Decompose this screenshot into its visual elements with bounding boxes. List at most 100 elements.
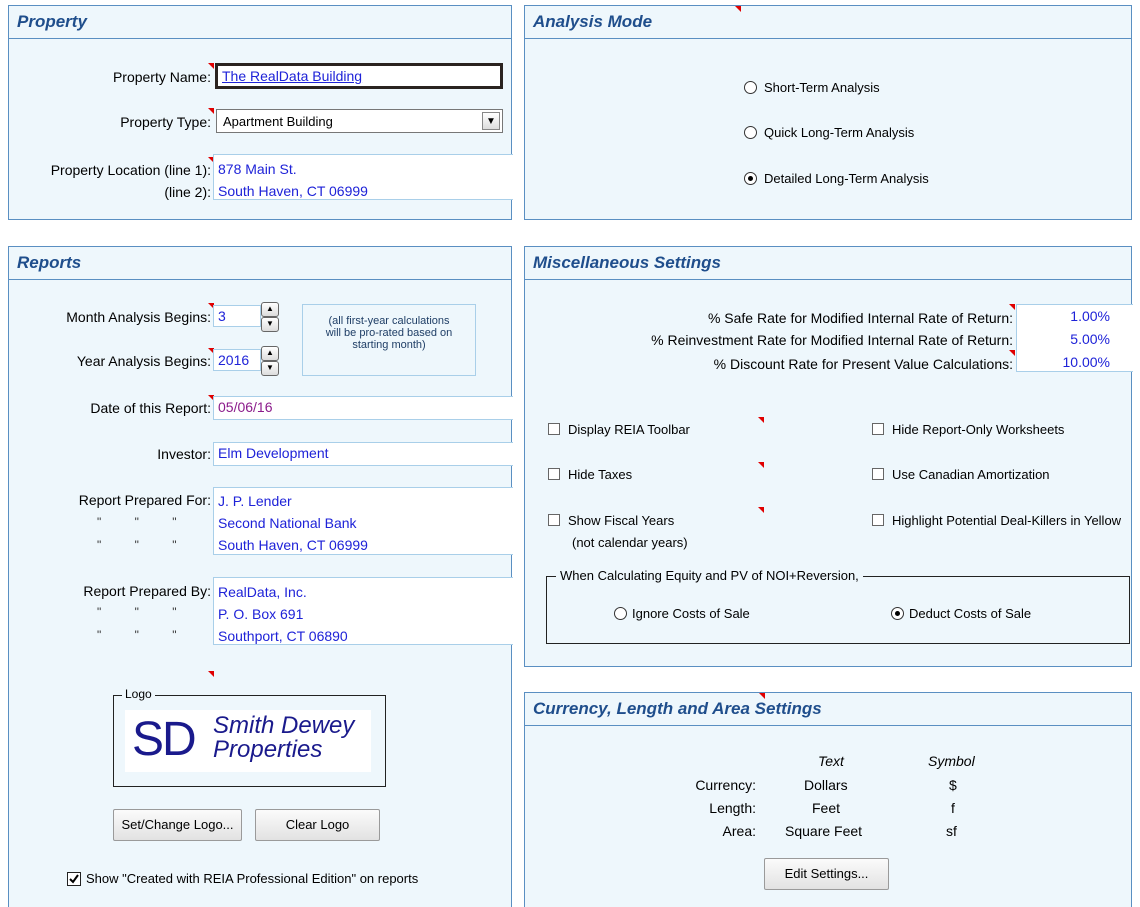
chevron-down-icon[interactable]: ▼ — [482, 112, 500, 130]
location-line2-value[interactable]: South Haven, CT 06999 — [218, 183, 368, 199]
prepared-for-box[interactable]: J. P. Lender Second National Bank South … — [213, 487, 513, 555]
location-line2-label: (line 2): — [164, 184, 211, 200]
canadian-amortization-checkbox[interactable] — [872, 468, 884, 480]
location-line1-label: Property Location (line 1): — [50, 162, 211, 178]
length-row-label: Length: — [709, 800, 756, 816]
quick-long-term-radio[interactable] — [744, 126, 757, 139]
investor-label: Investor: — [157, 446, 211, 462]
comment-marker — [758, 417, 764, 423]
ditto-marks: " " " — [97, 515, 177, 529]
prepared-for-line1[interactable]: J. P. Lender — [218, 493, 292, 509]
length-row-symbol: f — [951, 800, 955, 816]
highlight-deal-killers-checkbox[interactable] — [872, 514, 884, 526]
year-spinner[interactable]: ▲ ▼ — [261, 346, 279, 376]
property-type-label: Property Type: — [120, 114, 211, 130]
currency-row-text: Dollars — [804, 777, 848, 793]
safe-rate-label: % Safe Rate for Modified Internal Rate o… — [707, 310, 1013, 326]
detailed-long-term-label[interactable]: Detailed Long-Term Analysis — [764, 171, 929, 186]
short-term-label[interactable]: Short-Term Analysis — [764, 80, 880, 95]
misc-settings-title: Miscellaneous Settings — [525, 247, 1131, 280]
comment-marker — [208, 63, 214, 69]
set-change-logo-button[interactable]: Set/Change Logo... — [113, 809, 242, 841]
property-type-value: Apartment Building — [223, 114, 333, 129]
month-field[interactable]: 3 — [213, 305, 261, 327]
location-line1-value[interactable]: 878 Main St. — [218, 161, 297, 177]
safe-rate-value[interactable]: 1.00% — [1016, 308, 1110, 324]
location-box[interactable]: 878 Main St. South Haven, CT 06999 — [213, 154, 513, 200]
highlight-deal-killers-label[interactable]: Highlight Potential Deal-Killers in Yell… — [892, 513, 1121, 528]
property-type-select[interactable]: Apartment Building ▼ — [216, 109, 503, 133]
comment-marker — [208, 671, 214, 677]
fiscal-years-label[interactable]: Show Fiscal Years — [568, 513, 674, 528]
detailed-long-term-radio[interactable] — [744, 172, 757, 185]
prepared-by-box[interactable]: RealData, Inc. P. O. Box 691 Southport, … — [213, 577, 513, 645]
spin-down-icon[interactable]: ▼ — [261, 317, 279, 332]
analysis-mode-panel: Analysis Mode Short-Term Analysis Quick … — [524, 5, 1132, 220]
property-panel-title: Property — [9, 6, 511, 39]
clear-logo-button[interactable]: Clear Logo — [255, 809, 380, 841]
show-created-checkbox[interactable] — [67, 872, 81, 886]
discount-rate-value[interactable]: 10.00% — [1016, 354, 1110, 370]
fiscal-years-checkbox[interactable] — [548, 514, 560, 526]
hide-taxes-checkbox[interactable] — [548, 468, 560, 480]
discount-rate-label: % Discount Rate for Present Value Calcul… — [713, 356, 1013, 372]
hide-report-only-label[interactable]: Hide Report-Only Worksheets — [892, 422, 1064, 437]
logo-frame-label: Logo — [122, 687, 155, 701]
edit-settings-button[interactable]: Edit Settings... — [764, 858, 889, 890]
costs-of-sale-group-title: When Calculating Equity and PV of NOI+Re… — [556, 568, 863, 583]
display-toolbar-label[interactable]: Display REIA Toolbar — [568, 422, 690, 437]
year-field[interactable]: 2016 — [213, 349, 261, 371]
col-symbol-header: Symbol — [928, 753, 975, 769]
logo-line2: Properties — [213, 736, 323, 763]
prorate-note-line3: starting month) — [352, 339, 426, 351]
date-label: Date of this Report: — [90, 400, 211, 416]
prepared-for-line2[interactable]: Second National Bank — [218, 515, 357, 531]
hide-report-only-checkbox[interactable] — [872, 423, 884, 435]
ignore-costs-label[interactable]: Ignore Costs of Sale — [632, 606, 750, 621]
checkmark-icon — [69, 874, 79, 884]
prorate-note-line1: (all first-year calculations — [328, 315, 450, 327]
date-field[interactable]: 05/06/16 — [213, 396, 513, 420]
logo-initials: SD — [132, 713, 197, 766]
property-name-field[interactable]: The RealData Building — [215, 63, 503, 89]
prepared-by-label: Report Prepared By: — [83, 583, 211, 599]
reinvestment-rate-value[interactable]: 5.00% — [1016, 331, 1110, 347]
hide-taxes-label[interactable]: Hide Taxes — [568, 467, 632, 482]
comment-marker — [1009, 350, 1015, 356]
quick-long-term-label[interactable]: Quick Long-Term Analysis — [764, 125, 914, 140]
year-label: Year Analysis Begins: — [76, 353, 211, 369]
investor-field[interactable]: Elm Development — [213, 442, 513, 466]
area-row-label: Area: — [722, 823, 756, 839]
show-created-label[interactable]: Show "Created with REIA Professional Edi… — [86, 871, 418, 886]
comment-marker — [759, 693, 765, 699]
analysis-mode-title: Analysis Mode — [525, 6, 1131, 39]
fiscal-years-note: (not calendar years) — [572, 535, 688, 550]
comment-marker — [1009, 304, 1015, 310]
prepared-by-line2[interactable]: P. O. Box 691 — [218, 606, 303, 622]
month-spinner[interactable]: ▲ ▼ — [261, 302, 279, 332]
deduct-costs-label[interactable]: Deduct Costs of Sale — [909, 606, 1031, 621]
comment-marker — [758, 462, 764, 468]
spin-down-icon[interactable]: ▼ — [261, 361, 279, 376]
ignore-costs-radio[interactable] — [614, 607, 627, 620]
reinvestment-rate-label: % Reinvestment Rate for Modified Interna… — [651, 332, 1013, 348]
area-row-text: Square Feet — [785, 823, 863, 839]
month-label: Month Analysis Begins: — [66, 309, 211, 325]
currency-settings-title: Currency, Length and Area Settings — [525, 693, 1131, 726]
display-toolbar-checkbox[interactable] — [548, 423, 560, 435]
prepared-by-line1[interactable]: RealData, Inc. — [218, 584, 307, 600]
spin-up-icon[interactable]: ▲ — [261, 346, 279, 361]
prorate-note-box: (all first-year calculations will be pro… — [302, 304, 476, 376]
comment-marker — [208, 108, 214, 114]
spin-up-icon[interactable]: ▲ — [261, 302, 279, 317]
col-text-header: Text — [818, 753, 844, 769]
prorate-note-line2: will be pro-rated based on — [325, 327, 453, 339]
short-term-radio[interactable] — [744, 81, 757, 94]
logo-image: SD Smith Dewey Properties — [125, 710, 371, 772]
length-row-text: Feet — [812, 800, 841, 816]
deduct-costs-radio[interactable] — [891, 607, 904, 620]
prepared-for-line3[interactable]: South Haven, CT 06999 — [218, 537, 368, 553]
canadian-amortization-label[interactable]: Use Canadian Amortization — [892, 467, 1050, 482]
prepared-by-line3[interactable]: Southport, CT 06890 — [218, 628, 348, 644]
currency-settings-panel: Currency, Length and Area Settings Text … — [524, 692, 1132, 907]
